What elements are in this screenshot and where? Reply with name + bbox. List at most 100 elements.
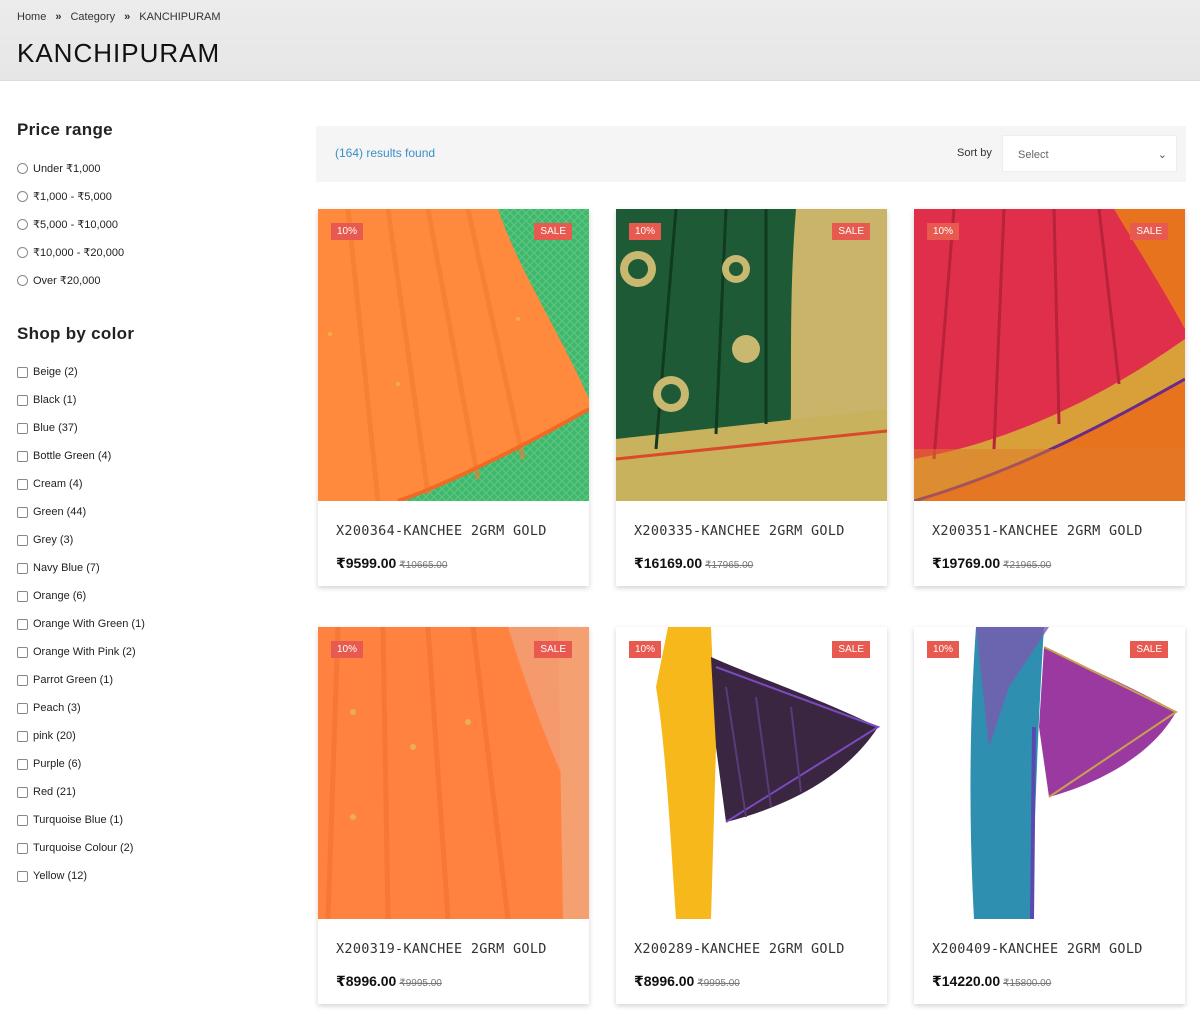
color-option[interactable]: Orange With Pink (2) [17,638,277,666]
sale-badge: SALE [534,641,572,658]
color-filter-title: Shop by color [17,324,135,343]
product-image[interactable] [616,627,887,919]
color-option-label: Navy Blue (7) [33,562,100,574]
product-card[interactable]: 10% SALE X200289-KANCHEE 2GRM GOLD ₹8996… [616,627,887,1004]
radio-button[interactable] [17,190,28,202]
price-option-label: ₹10,000 - ₹20,000 [33,246,125,259]
sale-badge: SALE [832,641,870,658]
product-price: ₹8996.00 ₹9995.00 [336,973,442,990]
product-name[interactable]: X200364-KANCHEE 2GRM GOLD [336,523,547,539]
color-option-label: Turquoise Blue (1) [33,814,124,826]
breadcrumb-separator: » [124,11,131,23]
current-price: ₹16169.00 [634,555,703,571]
price-option-label: Over ₹20,000 [33,274,101,287]
product-name[interactable]: X200409-KANCHEE 2GRM GOLD [932,941,1143,957]
product-image[interactable] [914,209,1185,501]
original-price: ₹9995.00 [399,978,442,989]
radio-button[interactable] [17,274,28,286]
checkbox[interactable] [17,394,28,406]
product-card[interactable]: 10% SALE X200319-KANCHEE 2GRM GOLD ₹8996… [318,627,589,1004]
color-option[interactable]: Beige (2) [17,358,277,386]
color-option[interactable]: pink (20) [17,722,277,750]
product-card[interactable]: 10% SALE X200364-KANCHEE 2GRM GOLD ₹9599… [318,209,589,586]
product-card[interactable]: 10% SALE X200351-KANCHEE 2GRM GOLD ₹1976… [914,209,1185,586]
price-filter-list: Under ₹1,000 ₹1,000 - ₹5,000 ₹5,000 - ₹1… [17,154,277,294]
checkbox[interactable] [17,646,28,658]
breadcrumb-category[interactable]: Category [70,11,115,23]
product-name[interactable]: X200351-KANCHEE 2GRM GOLD [932,523,1143,539]
sort-dropdown[interactable]: Select ⌄ [1002,135,1177,172]
color-option[interactable]: Grey (3) [17,526,277,554]
color-option[interactable]: Parrot Green (1) [17,666,277,694]
discount-badge: 10% [927,641,960,658]
color-option[interactable]: Bottle Green (4) [17,442,277,470]
checkbox[interactable] [17,842,28,854]
color-option-label: Red (21) [33,786,76,798]
product-image[interactable] [616,209,887,501]
checkbox[interactable] [17,534,28,546]
results-toolbar: (164) results found Sort by Select ⌄ [316,126,1186,182]
checkbox[interactable] [17,870,28,882]
price-option[interactable]: ₹10,000 - ₹20,000 [17,238,277,266]
sale-badge: SALE [1130,641,1168,658]
radio-button[interactable] [17,218,28,230]
color-option-label: Turquoise Colour (2) [33,842,134,854]
discount-badge: 10% [629,223,662,240]
checkbox[interactable] [17,478,28,490]
product-image[interactable] [318,627,589,919]
price-option[interactable]: Over ₹20,000 [17,266,277,294]
discount-badge: 10% [629,641,662,658]
product-card[interactable]: 10% SALE X200335-KANCHEE 2GRM GOLD ₹1616… [616,209,887,586]
sale-badge: SALE [832,223,870,240]
color-option[interactable]: Peach (3) [17,694,277,722]
product-image[interactable] [914,627,1185,919]
current-price: ₹8996.00 [634,973,695,989]
product-card[interactable]: 10% SALE X200409-KANCHEE 2GRM GOLD ₹1422… [914,627,1185,1004]
checkbox[interactable] [17,758,28,770]
color-option[interactable]: Cream (4) [17,470,277,498]
color-option[interactable]: Purple (6) [17,750,277,778]
checkbox[interactable] [17,590,28,602]
current-price: ₹9599.00 [336,555,397,571]
checkbox[interactable] [17,674,28,686]
price-option[interactable]: ₹1,000 - ₹5,000 [17,182,277,210]
color-option[interactable]: Orange With Green (1) [17,610,277,638]
checkbox[interactable] [17,786,28,798]
checkbox[interactable] [17,450,28,462]
price-option[interactable]: Under ₹1,000 [17,154,277,182]
color-option[interactable]: Yellow (12) [17,862,277,890]
checkbox[interactable] [17,814,28,826]
color-option-label: Black (1) [33,394,77,406]
color-option[interactable]: Blue (37) [17,414,277,442]
radio-button[interactable] [17,162,28,174]
color-option[interactable]: Black (1) [17,386,277,414]
product-name[interactable]: X200335-KANCHEE 2GRM GOLD [634,523,845,539]
price-option[interactable]: ₹5,000 - ₹10,000 [17,210,277,238]
color-option[interactable]: Turquoise Colour (2) [17,834,277,862]
color-filter: Shop by color Beige (2) Black (1) Blue (… [17,324,277,890]
product-name[interactable]: X200319-KANCHEE 2GRM GOLD [336,941,547,957]
color-option[interactable]: Green (44) [17,498,277,526]
sort-label: Sort by [957,147,992,159]
radio-button[interactable] [17,246,28,258]
checkbox[interactable] [17,702,28,714]
color-option[interactable]: Navy Blue (7) [17,554,277,582]
checkbox[interactable] [17,422,28,434]
product-name[interactable]: X200289-KANCHEE 2GRM GOLD [634,941,845,957]
original-price: ₹9995.00 [697,978,740,989]
checkbox[interactable] [17,506,28,518]
sale-badge: SALE [1130,223,1168,240]
checkbox[interactable] [17,366,28,378]
price-option-label: ₹5,000 - ₹10,000 [33,218,118,231]
checkbox[interactable] [17,618,28,630]
color-option[interactable]: Orange (6) [17,582,277,610]
discount-badge: 10% [331,223,364,240]
checkbox[interactable] [17,562,28,574]
color-option-label: Orange With Green (1) [33,618,145,630]
color-option[interactable]: Red (21) [17,778,277,806]
color-option[interactable]: Turquoise Blue (1) [17,806,277,834]
product-image[interactable] [318,209,589,501]
page-header: Home » Category » KANCHIPURAM KANCHIPURA… [0,0,1200,81]
checkbox[interactable] [17,730,28,742]
breadcrumb-home[interactable]: Home [17,11,46,23]
